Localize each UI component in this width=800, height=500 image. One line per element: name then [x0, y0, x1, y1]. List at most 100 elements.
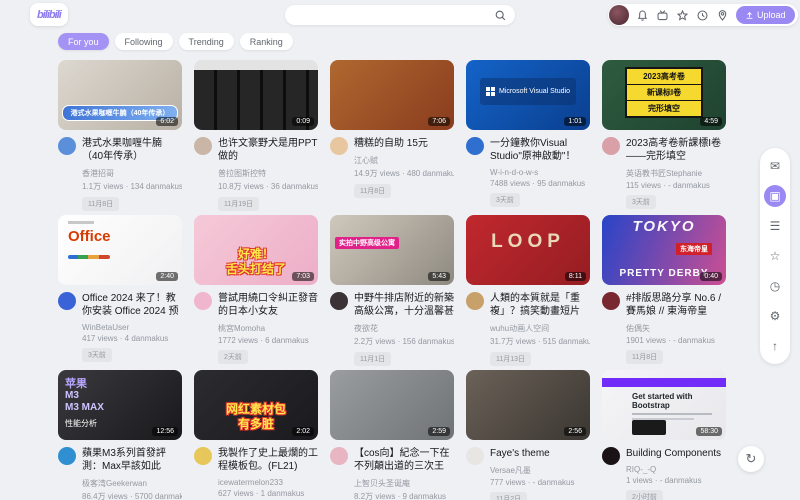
clock-icon[interactable]: [696, 9, 709, 22]
uploader-avatar[interactable]: [466, 137, 484, 155]
uploader-avatar[interactable]: [58, 137, 76, 155]
video-card[interactable]: Get started with Bootstrap 58:30 Buildin…: [602, 370, 726, 500]
favorite-toolbar-button[interactable]: ☆: [764, 245, 786, 267]
video-card[interactable]: 7:06 糟糕的自助 15元 江心赋 14.9万 views · 480 dan…: [330, 60, 454, 215]
tab-for-you[interactable]: For you: [58, 33, 109, 50]
search-input[interactable]: [293, 10, 494, 21]
video-card[interactable]: LOOP 8:11 人類的本質就是「重複」？搞笑動畫短片《LOOP》 wuhu动…: [466, 215, 590, 370]
uploader-avatar[interactable]: [466, 447, 484, 465]
menu-toolbar-button[interactable]: ☰: [764, 215, 786, 237]
video-card[interactable]: 2:59 【cos向】紀念一下在不列顛出道的三次王 上智贝头圣诞庵 8.2万 v…: [330, 370, 454, 500]
video-thumbnail[interactable]: 2:56: [466, 370, 590, 440]
video-title[interactable]: 中野牛排店附近的新築高級公寓，十分溫馨甚至九分乾淨: [354, 292, 454, 318]
uploader-avatar[interactable]: [58, 292, 76, 310]
video-card[interactable]: 0:09 也许文豪野犬是用PPT做的 普拉图斯控特 10.8万 views · …: [194, 60, 318, 215]
tab-following[interactable]: Following: [115, 33, 173, 50]
uploader-name[interactable]: RIQ-_-Q: [626, 465, 726, 474]
upload-button[interactable]: Upload: [736, 6, 795, 24]
uploader-avatar[interactable]: [602, 447, 620, 465]
uploader-name[interactable]: 桃宮Momoha: [218, 323, 318, 334]
video-thumbnail[interactable]: TOKYO东海帝皇PRETTY DERBY 0:40: [602, 215, 726, 285]
video-title[interactable]: Faye's theme: [490, 447, 590, 460]
video-title[interactable]: 【cos向】紀念一下在不列顛出道的三次王: [354, 447, 454, 473]
video-title[interactable]: 一分鐘教你Visual Studio"原神啟動"！（適用於Blend）: [490, 137, 590, 163]
video-thumbnail[interactable]: LOOP 8:11: [466, 215, 590, 285]
bilibili-logo[interactable]: bilibili: [30, 3, 68, 26]
video-thumbnail[interactable]: 苹果M3M3 MAX性能分析 12:56: [58, 370, 182, 440]
uploader-avatar[interactable]: [330, 292, 348, 310]
video-title[interactable]: #排版思路分享 No.6 / 賽馬娘 // 東海帝皇: [626, 292, 726, 318]
video-thumbnail[interactable]: 0:09: [194, 60, 318, 130]
video-thumbnail[interactable]: Office 2:40: [58, 215, 182, 285]
settings-toolbar-button[interactable]: ⚙: [764, 305, 786, 327]
message-toolbar-button[interactable]: ✉: [764, 155, 786, 177]
video-card[interactable]: 苹果M3M3 MAX性能分析 12:56 蘋果M3系列首發評測：Max早該如此 …: [58, 370, 182, 500]
uploader-avatar[interactable]: [466, 292, 484, 310]
search-bar[interactable]: [285, 5, 515, 25]
video-title[interactable]: 我製作了史上最爛的工程模板包。(FL21): [218, 447, 318, 473]
uploader-avatar[interactable]: [194, 137, 212, 155]
video-title[interactable]: 嘗試用繞口令糾正發音的日本小女友: [218, 292, 318, 318]
uploader-avatar[interactable]: [602, 292, 620, 310]
video-title[interactable]: 2023高考卷新課標I卷——完形填空: [626, 137, 726, 163]
video-card[interactable]: 2:56 Faye's theme Versae凡墨 777 views · -…: [466, 370, 590, 500]
video-card[interactable]: 港式水果咖喱牛腩（40年传承） 6:02 港式水果咖喱牛腩（40年传承） 香港招…: [58, 60, 182, 215]
uploader-name[interactable]: 普拉图斯控特: [218, 168, 318, 179]
video-title[interactable]: 蘋果M3系列首發評測：Max早該如此: [82, 447, 182, 473]
star-icon[interactable]: [676, 9, 689, 22]
uploader-avatar[interactable]: [194, 292, 212, 310]
video-card[interactable]: Office 2:40 Office 2024 来了！教你安装 Office 2…: [58, 215, 182, 370]
video-title[interactable]: 港式水果咖喱牛腩（40年传承）: [82, 137, 182, 163]
uploader-name[interactable]: 上智贝头圣诞庵: [354, 478, 454, 489]
video-thumbnail[interactable]: 港式水果咖喱牛腩（40年传承） 6:02: [58, 60, 182, 130]
uploader-name[interactable]: Versae凡墨: [490, 465, 590, 476]
history-toolbar-button[interactable]: ◷: [764, 275, 786, 297]
uploader-avatar[interactable]: [602, 137, 620, 155]
duration-badge: 7:06: [428, 117, 450, 126]
uploader-name[interactable]: WinBetaUser: [82, 323, 182, 332]
tv-icon[interactable]: [656, 9, 669, 22]
refresh-button[interactable]: ↻: [738, 446, 764, 472]
uploader-name[interactable]: 香港招哥: [82, 168, 182, 179]
uploader-avatar[interactable]: [330, 447, 348, 465]
video-thumbnail[interactable]: 7:06: [330, 60, 454, 130]
video-title[interactable]: Office 2024 来了！教你安装 Office 2024 预覽版!: [82, 292, 182, 318]
video-title[interactable]: 人類的本質就是「重複」？搞笑動畫短片《LOOP》: [490, 292, 590, 318]
video-thumbnail[interactable]: 网红素材包有多脏 2:02: [194, 370, 318, 440]
to-top-toolbar-button[interactable]: ↑: [764, 335, 786, 357]
video-thumbnail[interactable]: 2:59: [330, 370, 454, 440]
video-card[interactable]: 2023高考卷新课标I卷完形填空 4:59 2023高考卷新課標I卷——完形填空…: [602, 60, 726, 215]
video-thumbnail[interactable]: 实拍中野高级公寓 5:43: [330, 215, 454, 285]
uploader-name[interactable]: 佑偶矢: [626, 323, 726, 334]
video-title[interactable]: Building Components: [626, 447, 726, 460]
uploader-name[interactable]: wuhu动画人空间: [490, 323, 590, 334]
views-danmaku-count: 1.1万 views · 134 danmakus: [82, 181, 182, 192]
uploader-name[interactable]: 夜欲花: [354, 323, 454, 334]
uploader-name[interactable]: 极客湾Geekerwan: [82, 478, 182, 489]
search-icon[interactable]: [494, 9, 507, 22]
uploader-name[interactable]: W-i-n-d-o-w-s: [490, 168, 590, 177]
uploader-avatar[interactable]: [330, 137, 348, 155]
tab-ranking[interactable]: Ranking: [240, 33, 293, 50]
video-thumbnail[interactable]: 2023高考卷新课标I卷完形填空 4:59: [602, 60, 726, 130]
bell-icon[interactable]: [636, 9, 649, 22]
video-title[interactable]: 糟糕的自助 15元: [354, 137, 454, 150]
uploader-name[interactable]: 江心赋: [354, 155, 454, 166]
video-card[interactable]: 好难！舌头打结了 7:03 嘗試用繞口令糾正發音的日本小女友 桃宮Momoha …: [194, 215, 318, 370]
video-title[interactable]: 也许文豪野犬是用PPT做的: [218, 137, 318, 163]
video-card[interactable]: 网红素材包有多脏 2:02 我製作了史上最爛的工程模板包。(FL21) icew…: [194, 370, 318, 500]
video-card[interactable]: 实拍中野高级公寓 5:43 中野牛排店附近的新築高級公寓，十分溫馨甚至九分乾淨 …: [330, 215, 454, 370]
user-avatar[interactable]: [609, 5, 629, 25]
uploader-name[interactable]: 英语教书匠Stephanie: [626, 168, 726, 179]
video-thumbnail[interactable]: Get started with Bootstrap 58:30: [602, 370, 726, 440]
uploader-avatar[interactable]: [194, 447, 212, 465]
video-thumbnail[interactable]: 好难！舌头打结了 7:03: [194, 215, 318, 285]
capture-toolbar-button[interactable]: ▣: [764, 185, 786, 207]
uploader-name[interactable]: icewatermelon233: [218, 478, 318, 487]
location-icon[interactable]: [716, 9, 729, 22]
video-thumbnail[interactable]: Microsoft Visual Studio 1:01: [466, 60, 590, 130]
video-card[interactable]: Microsoft Visual Studio 1:01 一分鐘教你Visual…: [466, 60, 590, 215]
uploader-avatar[interactable]: [58, 447, 76, 465]
tab-trending[interactable]: Trending: [179, 33, 234, 50]
video-card[interactable]: TOKYO东海帝皇PRETTY DERBY 0:40 #排版思路分享 No.6 …: [602, 215, 726, 370]
